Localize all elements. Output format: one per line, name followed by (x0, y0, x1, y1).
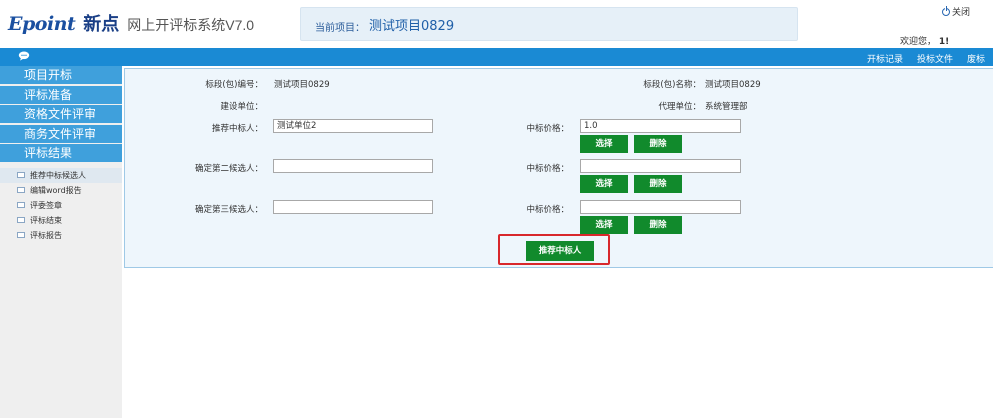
section-name-label: 标段(包)名称： (643, 80, 701, 90)
submenu-evaluation-report[interactable]: 评标报告 (0, 228, 122, 243)
winner-price-label: 中标价格： (526, 124, 569, 134)
system-title: 网上开评标系统V7.0 (127, 17, 255, 33)
agent-label: 代理单位： (658, 102, 701, 112)
third-select-button[interactable]: 选择 (580, 216, 628, 234)
submenu-judge-signature[interactable]: 评委签章 (0, 198, 122, 213)
top-nav-bar: 开标记录 投标文件 废标 (0, 48, 993, 66)
recommend-winner-button[interactable]: 推荐中标人 (526, 241, 594, 261)
menu-qualification-review[interactable]: 资格文件评审 (0, 105, 122, 123)
third-price-input[interactable] (580, 200, 741, 214)
winner-name-input[interactable]: 测试单位2 (273, 119, 433, 133)
submenu-label: 评委签章 (30, 200, 62, 210)
sidebar: 项目开标 评标准备 资格文件评审 商务文件评审 评标结果 推荐中标候选人 编辑w… (0, 66, 122, 418)
submenu-recommend-candidate[interactable]: 推荐中标候选人 (0, 167, 122, 183)
submenu-icon (17, 217, 25, 223)
current-project-name: 测试项目0829 (369, 19, 455, 34)
submenu-label: 评标结束 (30, 215, 62, 225)
welcome-text: 欢迎您， 1! (900, 34, 949, 47)
logo-chinese: 新点 (83, 14, 120, 35)
submenu-edit-word-report[interactable]: 编辑word报告 (0, 183, 122, 198)
menu-evaluation-result[interactable]: 评标结果 (0, 144, 122, 162)
app-logo: Epoint 新点 网上开评标系统V7.0 (8, 10, 254, 36)
third-candidate-label: 确定第三候选人： (194, 205, 263, 215)
submenu-icon (17, 172, 25, 178)
current-project-label: 当前项目： (315, 23, 365, 34)
second-price-label: 中标价格： (526, 164, 569, 174)
menu-business-review[interactable]: 商务文件评审 (0, 124, 122, 143)
app-header: Epoint 新点 网上开评标系统V7.0 当前项目： 测试项目0829 关闭 … (0, 0, 993, 48)
menu-evaluation-prep[interactable]: 评标准备 (0, 85, 122, 104)
chat-icon[interactable] (18, 51, 30, 61)
agent-value: 系统管理部 (705, 102, 748, 112)
close-label: 关闭 (952, 8, 971, 18)
welcome-user: 1! (938, 37, 950, 47)
logo-brand: Epoint (8, 13, 76, 35)
submenu-icon (17, 232, 25, 238)
close-link[interactable]: 关闭 (942, 5, 970, 18)
menu-project-opening[interactable]: 项目开标 (0, 66, 122, 84)
power-icon (942, 5, 950, 16)
submenu-list: 推荐中标候选人 编辑word报告 评委签章 评标结束 评标报告 (0, 164, 122, 243)
third-delete-button[interactable]: 删除 (634, 216, 682, 234)
submenu-evaluation-end[interactable]: 评标结束 (0, 213, 122, 228)
second-candidate-input[interactable] (273, 159, 433, 173)
second-candidate-label: 确定第二候选人： (194, 164, 263, 174)
submenu-label: 编辑word报告 (30, 185, 82, 195)
builder-label: 建设单位： (220, 102, 263, 112)
recommend-highlight-box: 推荐中标人 (498, 234, 610, 265)
submenu-label: 推荐中标候选人 (30, 170, 86, 180)
section-no-value: 测试项目0829 (274, 80, 330, 90)
second-price-input[interactable] (580, 159, 741, 173)
current-project-box: 当前项目： 测试项目0829 (300, 7, 798, 41)
winner-select-button[interactable]: 选择 (580, 135, 628, 153)
recommend-form-panel: 标段(包)编号： 测试项目0829 标段(包)名称： 测试项目0829 建设单位… (124, 68, 993, 268)
nav-invalid-bid[interactable]: 废标 (967, 52, 985, 65)
section-name-value: 测试项目0829 (705, 80, 761, 90)
welcome-label: 欢迎您， (900, 37, 937, 47)
nav-opening-records[interactable]: 开标记录 (867, 52, 903, 65)
winner-delete-button[interactable]: 删除 (634, 135, 682, 153)
third-candidate-input[interactable] (273, 200, 433, 214)
winner-label: 推荐中标人： (211, 124, 263, 134)
submenu-icon (17, 202, 25, 208)
top-nav-links: 开标记录 投标文件 废标 (867, 52, 985, 65)
winner-price-input[interactable]: 1.0 (580, 119, 741, 133)
section-no-label: 标段(包)编号： (205, 80, 263, 90)
submenu-icon (17, 187, 25, 193)
third-price-label: 中标价格： (526, 205, 569, 215)
submenu-label: 评标报告 (30, 230, 62, 240)
second-delete-button[interactable]: 删除 (634, 175, 682, 193)
second-select-button[interactable]: 选择 (580, 175, 628, 193)
nav-bid-files[interactable]: 投标文件 (917, 52, 953, 65)
